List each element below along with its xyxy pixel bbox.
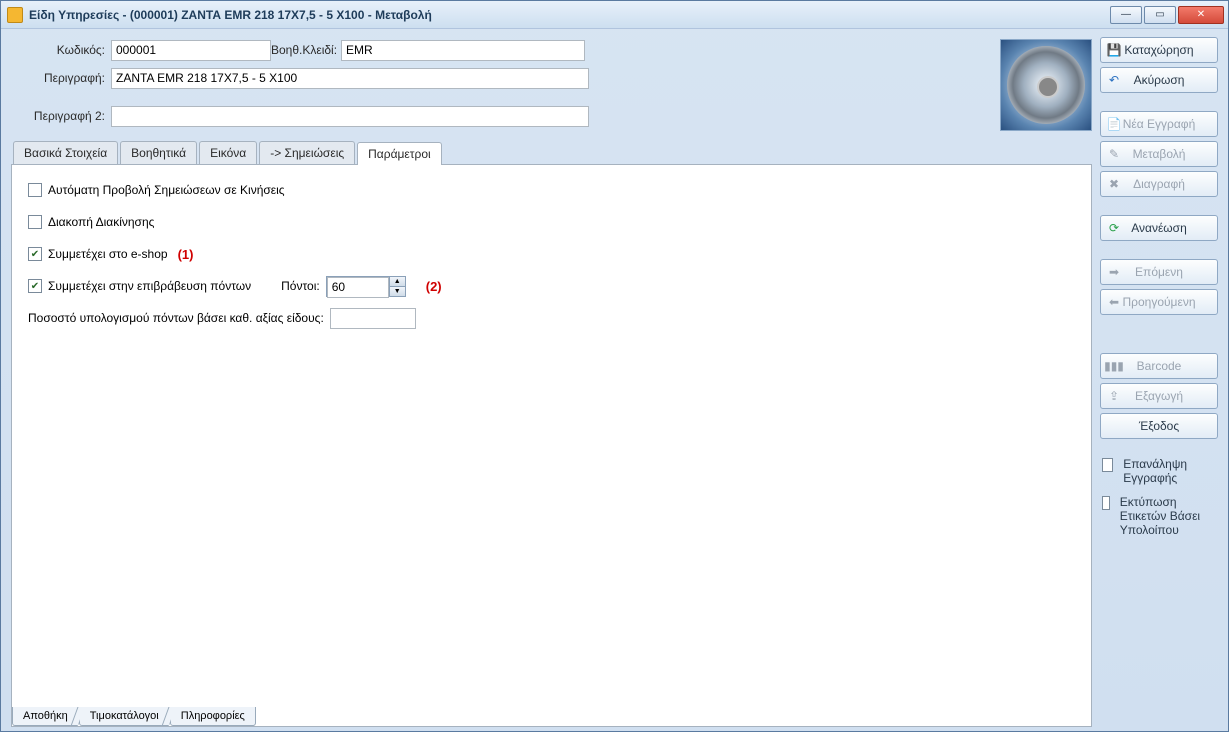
export-icon: ⇪ — [1107, 389, 1121, 403]
bottom-tab-info[interactable]: Πληροφορίες — [170, 707, 256, 726]
points-input[interactable] — [327, 277, 389, 298]
points-spinner-buttons: ▲ ▼ — [389, 277, 405, 296]
tab-parameters[interactable]: Παράμετροι — [357, 142, 442, 165]
code-label: Κωδικός: — [11, 43, 111, 57]
points-label: Πόντοι: — [281, 279, 320, 293]
tab-basic[interactable]: Βασικά Στοιχεία — [13, 141, 118, 164]
content-area: Κωδικός: Βοηθ.Κλειδί: Περιγραφή: Περιγρα… — [1, 29, 1228, 731]
barcode-icon: ▮▮▮ — [1107, 359, 1121, 373]
label-eshop: Συμμετέχει στο e-shop — [48, 247, 168, 261]
label-auto-notes: Αυτόματη Προβολή Σημειώσεων σε Κινήσεις — [48, 183, 285, 197]
maximize-button[interactable]: ▭ — [1144, 6, 1176, 24]
checkbox-auto-notes[interactable] — [28, 183, 42, 197]
undo-icon: ↶ — [1107, 73, 1121, 87]
titlebar[interactable]: Είδη Υπηρεσίες - (000001) ΖΑΝΤΑ EMR 218 … — [1, 1, 1228, 29]
pct-input[interactable] — [330, 308, 416, 329]
window-controls: — ▭ ✕ — [1110, 6, 1224, 24]
spinner-down-icon[interactable]: ▼ — [390, 287, 405, 296]
label-repeat: Επανάληψη Εγγραφής — [1123, 457, 1216, 485]
window-frame: Είδη Υπηρεσίες - (000001) ΖΑΝΤΑ EMR 218 … — [0, 0, 1229, 732]
previous-button[interactable]: ⬅Προηγούμενη — [1100, 289, 1218, 315]
minimize-button[interactable]: — — [1110, 6, 1142, 24]
tab-row: Βασικά Στοιχεία Βοηθητικά Εικόνα -> Σημε… — [11, 141, 1092, 165]
checkbox-rewards[interactable] — [28, 279, 42, 293]
side-panel: 💾Καταχώρηση ↶Ακύρωση 📄Νέα Εγγραφή ✎Μεταβ… — [1100, 35, 1218, 727]
tab-image[interactable]: Εικόνα — [199, 141, 257, 164]
bottom-tabs: Αποθήκη Τιμοκατάλογοι Πληροφορίες — [12, 707, 256, 726]
label-print-labels: Εκτύπωση Ετικετών Βάσει Υπολοίπου — [1120, 495, 1216, 537]
repeat-record-option[interactable]: Επανάληψη Εγγραφής — [1100, 457, 1218, 485]
spinner-up-icon[interactable]: ▲ — [390, 277, 405, 287]
bottom-tab-warehouse[interactable]: Αποθήκη — [12, 707, 79, 726]
checkbox-repeat[interactable] — [1102, 458, 1113, 472]
label-rewards: Συμμετέχει στην επιβράβευση πόντων — [48, 279, 251, 293]
register-button[interactable]: 💾Καταχώρηση — [1100, 37, 1218, 63]
tab-content-parameters: Αυτόματη Προβολή Σημειώσεων σε Κινήσεις … — [11, 165, 1092, 727]
product-image — [1000, 39, 1092, 131]
refresh-button[interactable]: ⟳Ανανέωση — [1100, 215, 1218, 241]
delete-button[interactable]: ✖Διαγραφή — [1100, 171, 1218, 197]
delete-icon: ✖ — [1107, 177, 1121, 191]
print-labels-option[interactable]: Εκτύπωση Ετικετών Βάσει Υπολοίπου — [1100, 495, 1218, 537]
auxkey-input[interactable] — [341, 40, 585, 61]
label-stop-movement: Διακοπή Διακίνησης — [48, 215, 154, 229]
auxkey-label: Βοηθ.Κλειδί: — [271, 43, 341, 57]
window-title: Είδη Υπηρεσίες - (000001) ΖΑΝΤΑ EMR 218 … — [29, 8, 1110, 22]
checkbox-eshop[interactable] — [28, 247, 42, 261]
save-icon: 💾 — [1107, 43, 1121, 57]
annotation-1: (1) — [178, 247, 194, 262]
modify-button[interactable]: ✎Μεταβολή — [1100, 141, 1218, 167]
description2-input[interactable] — [111, 106, 589, 127]
tab-notes[interactable]: -> Σημειώσεις — [259, 141, 355, 164]
pct-label: Ποσοστό υπολογισμού πόντων βάσει καθ. αξ… — [28, 311, 324, 325]
edit-icon: ✎ — [1107, 147, 1121, 161]
wheel-icon — [1007, 46, 1085, 124]
description-label: Περιγραφή: — [11, 71, 111, 85]
new-icon: 📄 — [1107, 117, 1121, 131]
bottom-tab-pricelists[interactable]: Τιμοκατάλογοι — [79, 707, 170, 726]
cancel-button[interactable]: ↶Ακύρωση — [1100, 67, 1218, 93]
export-button[interactable]: ⇪Εξαγωγή — [1100, 383, 1218, 409]
arrow-right-icon: ➡ — [1107, 265, 1121, 279]
close-button[interactable]: ✕ — [1178, 6, 1224, 24]
checkbox-stop-movement[interactable] — [28, 215, 42, 229]
annotation-2: (2) — [426, 279, 442, 294]
points-spinner[interactable]: ▲ ▼ — [326, 276, 406, 297]
main-panel: Κωδικός: Βοηθ.Κλειδί: Περιγραφή: Περιγρα… — [11, 35, 1092, 727]
refresh-icon: ⟳ — [1107, 221, 1121, 235]
description2-label: Περιγραφή 2: — [11, 109, 111, 123]
code-input[interactable] — [111, 40, 271, 61]
form-fields: Κωδικός: Βοηθ.Κλειδί: Περιγραφή: Περιγρα… — [11, 39, 982, 133]
form-header: Κωδικός: Βοηθ.Κλειδί: Περιγραφή: Περιγρα… — [11, 35, 1092, 141]
arrow-left-icon: ⬅ — [1107, 295, 1121, 309]
barcode-button[interactable]: ▮▮▮Barcode — [1100, 353, 1218, 379]
exit-button[interactable]: Έξοδος — [1100, 413, 1218, 439]
description-input[interactable] — [111, 68, 589, 89]
new-record-button[interactable]: 📄Νέα Εγγραφή — [1100, 111, 1218, 137]
checkbox-print-labels[interactable] — [1102, 496, 1110, 510]
app-icon — [7, 7, 23, 23]
tab-aux[interactable]: Βοηθητικά — [120, 141, 197, 164]
next-button[interactable]: ➡Επόμενη — [1100, 259, 1218, 285]
